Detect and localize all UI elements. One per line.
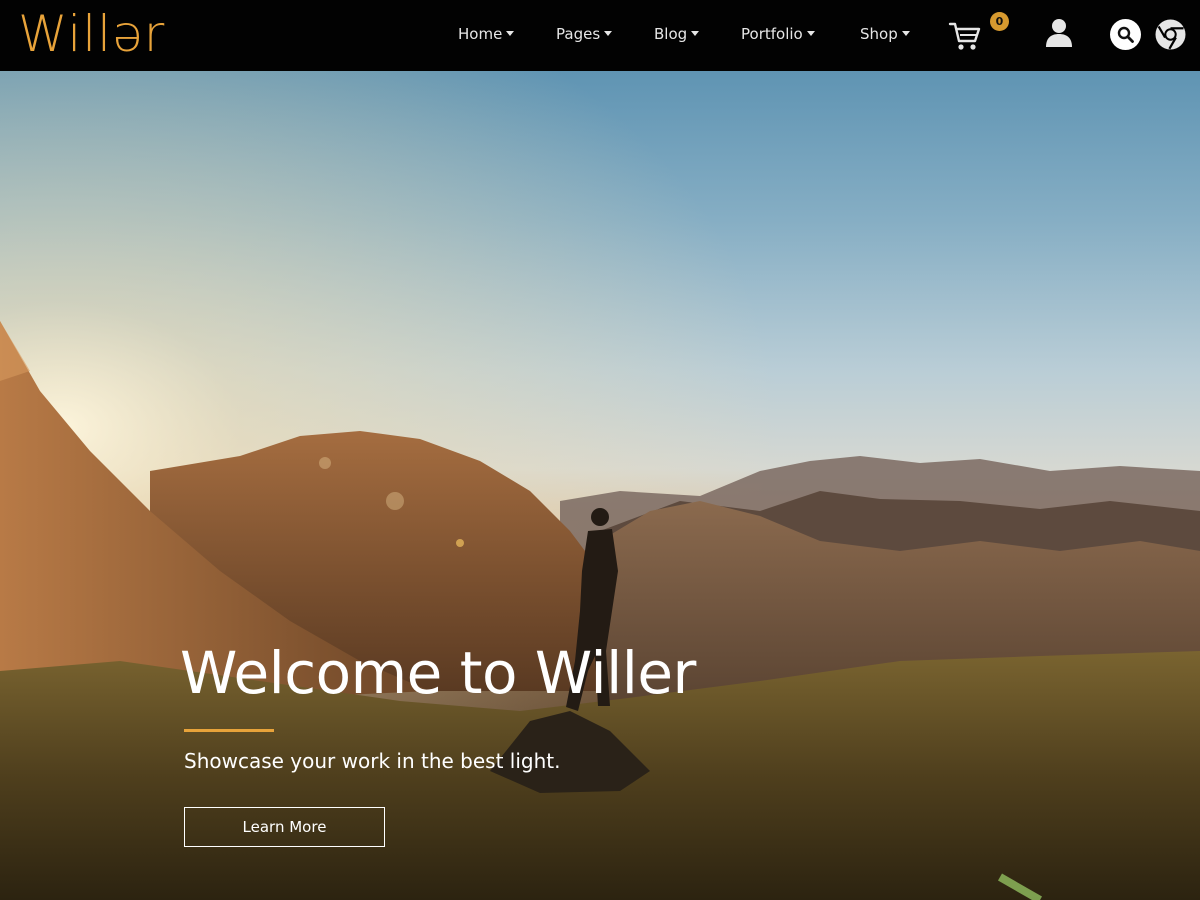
- chevron-down-icon: [604, 31, 613, 36]
- nav-item-blog[interactable]: Blog: [654, 22, 700, 46]
- nav-item-pages[interactable]: Pages: [556, 22, 613, 46]
- nav-item-label: Portfolio: [741, 25, 803, 43]
- nav-item-label: Shop: [860, 25, 898, 43]
- hero-divider: [184, 729, 274, 732]
- chevron-down-icon: [691, 31, 700, 36]
- cart-count-badge: 0: [990, 12, 1009, 31]
- cart-icon[interactable]: [948, 20, 982, 52]
- nav-item-label: Blog: [654, 25, 688, 43]
- chevron-down-icon: [506, 31, 515, 36]
- hero-background-image: [0, 71, 1200, 900]
- chevron-down-icon: [806, 31, 815, 36]
- search-icon: [1117, 26, 1134, 43]
- site-logo[interactable]: Willər: [18, 2, 165, 66]
- nav-item-label: Pages: [556, 25, 601, 43]
- learn-more-button[interactable]: Learn More: [184, 807, 385, 847]
- hero-title: Welcome to Willer: [180, 639, 696, 707]
- chevron-down-icon: [901, 31, 910, 36]
- chrome-icon[interactable]: [1154, 18, 1187, 51]
- nav-item-portfolio[interactable]: Portfolio: [741, 22, 815, 46]
- user-icon[interactable]: [1045, 18, 1073, 48]
- hero-section: Welcome to Willer Showcase your work in …: [0, 71, 1200, 900]
- top-navbar: Willər Home Pages Blog Portfolio Shop 0: [0, 0, 1200, 71]
- nav-item-home[interactable]: Home: [458, 22, 515, 46]
- hero-subtitle: Showcase your work in the best light.: [184, 749, 561, 773]
- nav-item-label: Home: [458, 25, 503, 43]
- nav-item-shop[interactable]: Shop: [860, 22, 910, 46]
- search-button[interactable]: [1110, 19, 1141, 50]
